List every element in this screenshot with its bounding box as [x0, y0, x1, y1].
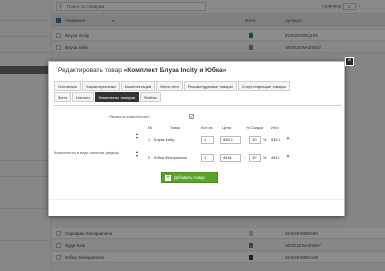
kit-column-num: № — [148, 126, 153, 130]
components-label: Компоненты в виде наличия (медиа) — [54, 151, 119, 155]
dialog-footer — [49, 199, 344, 216]
kit-row-num: 2 — [148, 156, 151, 160]
kit-row-qty-input[interactable]: 1 — [201, 136, 214, 144]
reorder-handle-icon[interactable]: ▲ ▼ — [135, 132, 139, 140]
dialog-title: Редактировать товар «Комплект Блуза Inci… — [58, 67, 226, 74]
minus-sign: - — [245, 137, 247, 142]
tab-characteristics[interactable]: Характеристики — [81, 81, 120, 91]
is-kit-label: Является комплектом? — [109, 115, 150, 119]
tab-bar: Основные Характеристики Комплектации Мет… — [54, 81, 341, 103]
kit-row-price-input[interactable]: 599.1 — [220, 136, 241, 144]
tab-meta-tags[interactable]: Мета-теги — [156, 81, 183, 91]
add-product-button[interactable]: + Добавить товар — [161, 172, 218, 183]
kit-column-product: Товар — [170, 126, 181, 130]
plus-icon: + — [165, 174, 171, 181]
kit-row-product: Юбка Sinequanone — [154, 156, 188, 160]
tab-product-kits[interactable]: Комплекты товаров — [94, 92, 140, 102]
kit-column-discount: % Скидка — [246, 126, 264, 130]
kit-column-qty: Кол-во — [201, 126, 213, 130]
kit-row-total: 4541 — [271, 156, 280, 160]
tab-taxes[interactable]: Налоги — [72, 92, 94, 102]
tab-row: Фото Налоги Комплекты товаров Файлы — [54, 92, 341, 102]
tab-photo[interactable]: Фото — [54, 92, 72, 102]
dialog-title-prefix: Редактировать товар — [58, 67, 122, 74]
percent-sign: % — [263, 156, 267, 160]
kit-row-price-input[interactable]: 4541 — [220, 154, 241, 162]
tab-files[interactable]: Файлы — [140, 92, 161, 102]
kit-row-num: 1 — [148, 138, 151, 142]
tab-recommended[interactable]: Рекомендуемые товары — [183, 81, 237, 91]
kit-row-discount-input[interactable]: 10 — [249, 154, 261, 162]
tab-related[interactable]: Сопутствующие товары — [237, 81, 290, 91]
remove-row-icon[interactable]: ✕ — [286, 136, 290, 142]
tab-configurations[interactable]: Комплектации — [120, 81, 156, 91]
percent-sign: % — [263, 138, 267, 142]
kit-row-qty-input[interactable]: 1 — [201, 154, 214, 162]
tab-divider — [54, 105, 341, 106]
remove-row-icon[interactable]: ✕ — [286, 154, 290, 160]
kit-column-total: Итог — [271, 126, 279, 130]
dialog-title-product: «Комплект Блуза Incity и Юбка» — [123, 67, 227, 74]
reorder-handle-icon[interactable]: ▲ ▼ — [135, 150, 139, 158]
kit-row-total: 539.1 — [271, 138, 281, 142]
kit-row-discount-input[interactable]: 10 — [249, 136, 261, 144]
kit-row-product: Блуза Incity — [154, 138, 175, 142]
tab-row: Основные Характеристики Комплектации Мет… — [54, 81, 341, 91]
kit-column-price: Цена — [222, 126, 232, 130]
tab-main[interactable]: Основные — [54, 81, 81, 91]
close-icon[interactable]: × — [345, 57, 354, 66]
add-product-label: Добавить товар — [174, 175, 205, 180]
minus-sign: - — [245, 155, 247, 160]
edit-product-dialog: Редактировать товар «Комплект Блуза Inci… — [48, 61, 345, 216]
is-kit-checkbox[interactable]: ✓ — [189, 114, 194, 119]
